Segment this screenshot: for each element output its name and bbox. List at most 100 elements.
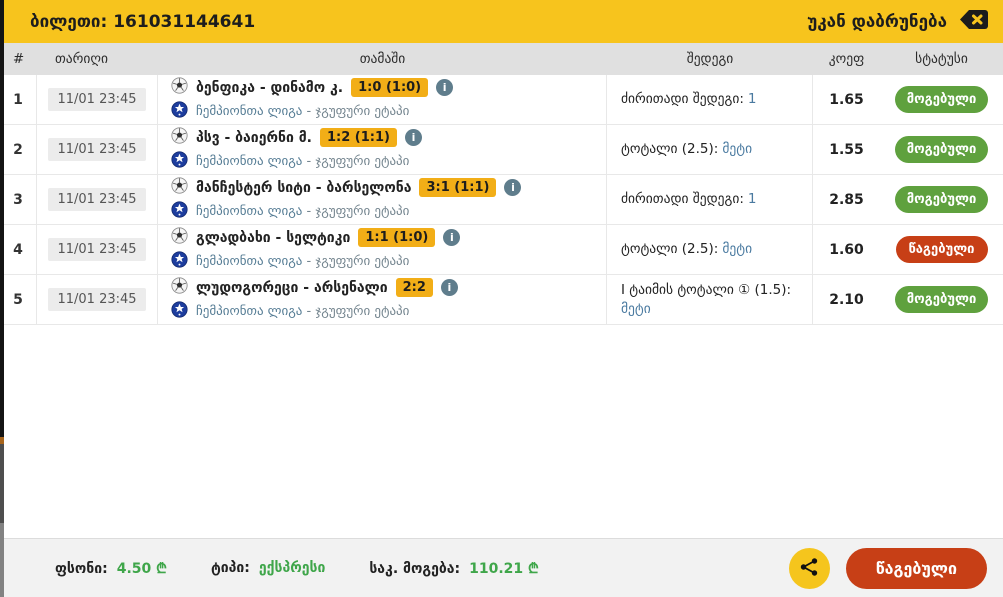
col-header-date: თარიღი [55,51,108,67]
league-stage: - ჯგუფური ეტაპი [302,304,410,319]
game-cell: მანჩესტერ სიტი - ბარსელონა 3:1 (1:1) i ჩ… [158,175,607,224]
type-value: ექსპრესი [258,560,326,576]
status-cell: მოგებული [880,175,1003,224]
league-line: ჩემპიონთა ლიგა - ჯგუფური ეტაპი [196,254,409,269]
table-row: 1 11/01 23:45 ბენფიკა - დინამო კ. 1:0 (1… [0,75,1003,125]
ticket-number-title: ბილეთი: 161031144641 [30,11,256,32]
bet-cell: ძირითადი შედეგი: 1 [607,175,813,224]
odds-value: 1.65 [829,91,864,108]
team-names: ლუდოგორეცი - არსენალი [196,279,388,296]
date-cell: 11/01 23:45 [37,75,158,124]
status-cell: მოგებული [880,75,1003,124]
table-header-row: # თარიღი თამაში შედეგი კოეფ სტატუსი [0,43,1003,75]
champions-league-ball-icon [171,101,188,122]
match-datetime: 11/01 23:45 [48,238,146,261]
payout-value: 110.21 ₾ [469,560,539,577]
champions-league-ball-icon [171,301,188,322]
league-line: ჩემპიონთა ლიგა - ჯგუფური ეტაპი [196,104,409,119]
score-badge: 1:1 (1:0) [358,228,436,247]
stake-value: 4.50 ₾ [116,560,167,577]
summary-footer: ფსონი: 4.50 ₾ ტიპი: ექსპრესი საკ. მოგება… [0,538,1003,597]
col-header-result: შედეგი [686,51,734,67]
date-cell: 11/01 23:45 [37,175,158,224]
league-stage: - ჯგუფური ეტაპი [302,104,410,119]
league-name: ჩემპიონთა ლიგა [196,304,303,319]
league-stage: - ჯგუფური ეტაპი [302,204,410,219]
date-cell: 11/01 23:45 [37,275,158,324]
status-badge: მოგებული [894,136,989,163]
champions-league-ball-icon [171,201,188,222]
info-icon[interactable]: i [404,129,422,146]
status-cell: მოგებული [880,125,1003,174]
table-row: 4 11/01 23:45 გლადბახი - სელტიკი 1:1 (1:… [0,225,1003,275]
status-cell: წაგებული [880,225,1003,274]
info-icon[interactable]: i [443,229,461,246]
status-badge: მოგებული [894,186,989,213]
back-button[interactable]: უკან დაბრუნება [807,9,989,34]
soccer-ball-icon [171,77,188,98]
champions-league-ball-icon [171,151,188,172]
col-header-game: თამაში [359,51,406,67]
share-button[interactable] [788,547,830,589]
bet-market: ძირითადი შედეგი: [621,191,744,208]
bet-cell: ძირითადი შედეგი: 1 [607,75,813,124]
bet-market: ძირითადი შედეგი: [621,91,744,108]
status-badge: წაგებული [895,236,988,263]
table-row: 2 11/01 23:45 პსვ - ბაიერნი მ. 1:2 (1:1) [0,125,1003,175]
back-button-label: უკან დაბრუნება [807,11,947,32]
odds-value: 2.85 [829,191,864,208]
backspace-icon [959,9,989,34]
bet-market: ტოტალი (2.5): [621,141,719,158]
game-cell: პსვ - ბაიერნი მ. 1:2 (1:1) i ჩემპიონთა ლ… [158,125,607,174]
league-line: ჩემპიონთა ლიგა - ჯგუფური ეტაპი [196,304,409,319]
bet-pick: მეტი [722,241,753,258]
bet-pick: 1 [747,191,757,208]
odds-value: 2.10 [829,291,864,308]
ticket-status-button[interactable]: წაგებული [845,547,987,589]
soccer-ball-icon [171,277,188,298]
status-badge: მოგებული [894,286,989,313]
score-badge: 1:2 (1:1) [319,128,397,147]
bet-pick: მეტი [722,141,753,158]
odds-value: 1.60 [829,241,864,258]
soccer-ball-icon [171,227,188,248]
row-number: 2 [0,125,37,174]
col-header-num: # [12,51,25,67]
date-cell: 11/01 23:45 [37,125,158,174]
info-icon[interactable]: i [436,79,454,96]
league-stage: - ჯგუფური ეტაპი [302,254,410,269]
row-number: 5 [0,275,37,324]
row-number: 1 [0,75,37,124]
col-header-coef: კოეფ [828,51,865,67]
match-datetime: 11/01 23:45 [48,138,146,161]
info-icon[interactable]: i [504,179,522,196]
payout-summary: საკ. მოგება: 110.21 ₾ [369,559,538,578]
score-badge: 1:0 (1:0) [351,78,429,97]
bet-market: ტოტალი (2.5): [621,241,719,258]
match-datetime: 11/01 23:45 [48,188,146,211]
bet-pick: 1 [747,91,757,108]
row-number: 4 [0,225,37,274]
stake-summary: ფსონი: 4.50 ₾ [55,559,167,578]
odds-value: 1.55 [829,141,864,158]
stake-label: ფსონი: [55,560,108,577]
league-name: ჩემპიონთა ლიგა [196,254,303,269]
soccer-ball-icon [171,127,188,148]
soccer-ball-icon [171,177,188,198]
match-datetime: 11/01 23:45 [48,288,146,311]
team-names: გლადბახი - სელტიკი [196,229,351,246]
score-badge: 3:1 (1:1) [419,178,497,197]
bet-cell: ტოტალი (2.5): მეტი [607,225,813,274]
status-badge: მოგებული [894,86,989,113]
game-cell: ლუდოგორეცი - არსენალი 2:2 i ჩემპიონთა ლი… [158,275,607,324]
league-line: ჩემპიონთა ლიგა - ჯგუფური ეტაპი [196,204,409,219]
row-number: 3 [0,175,37,224]
info-icon[interactable]: i [440,279,458,296]
table-row: 5 11/01 23:45 ლუდოგორეცი - არსენალი 2:2 [0,275,1003,325]
ticket-detail-page: ბილეთი: 161031144641 უკან დაბრუნება # თა… [0,0,1003,597]
date-cell: 11/01 23:45 [37,225,158,274]
league-name: ჩემპიონთა ლიგა [196,154,303,169]
bet-pick: მეტი [621,300,651,317]
team-names: ბენფიკა - დინამო კ. [196,79,344,96]
share-nodes-icon [799,557,819,580]
